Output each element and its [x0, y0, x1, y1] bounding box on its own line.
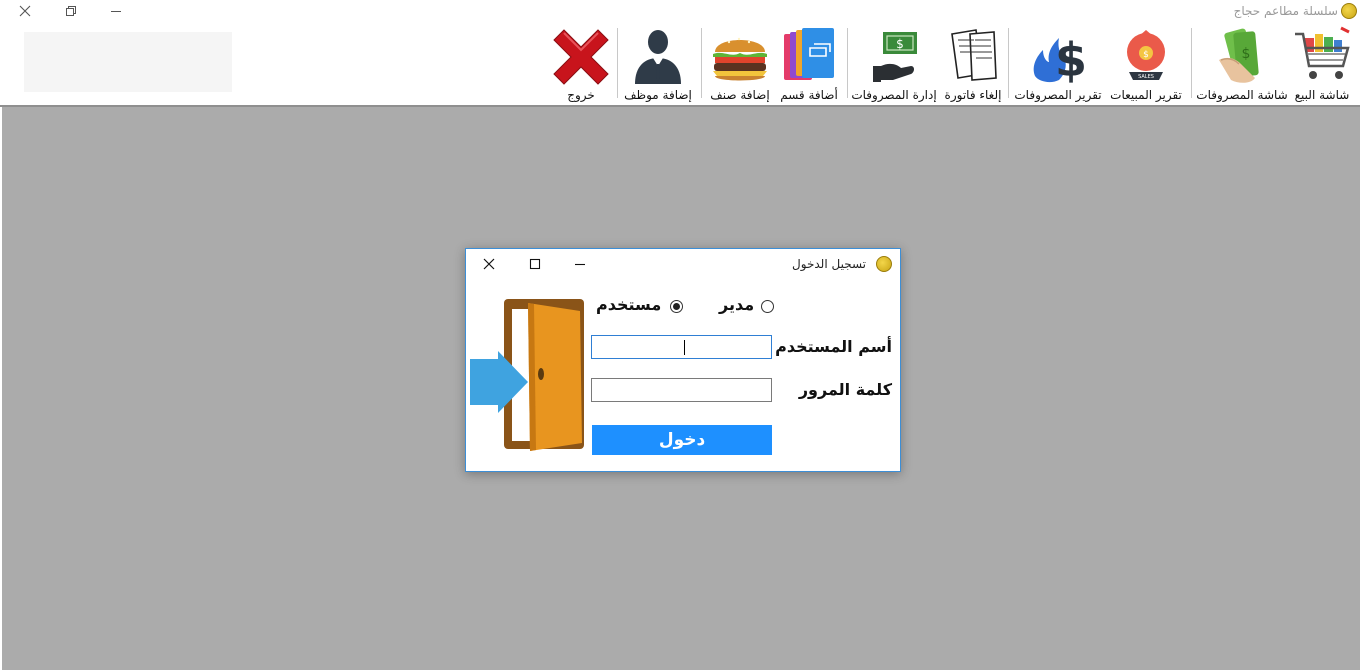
window-title: سلسلة مطاعم حجاج: [1233, 4, 1338, 18]
role-manager-label[interactable]: مدير: [719, 295, 754, 314]
close-window-button[interactable]: [10, 2, 40, 20]
toolbar-separator: [1191, 28, 1192, 98]
close-icon: [19, 5, 31, 17]
username-label: أسم المستخدم: [775, 337, 892, 356]
red-x-icon: [553, 29, 609, 85]
toolbar-label: خروج: [567, 88, 595, 102]
maximize-icon: [529, 258, 541, 270]
toolbar-label: تقرير المبيعات: [1110, 88, 1182, 102]
toolbar-label: إلغاء فاتورة: [944, 88, 1002, 102]
toolbar-expenses-screen-button[interactable]: $ شاشة المصروفات: [1196, 26, 1288, 103]
toolbar-add-employee-button[interactable]: إضافة موظف: [622, 26, 694, 103]
color-folders-icon: [784, 28, 834, 80]
employee-icon: [635, 30, 681, 84]
login-button[interactable]: دخول: [592, 425, 772, 455]
close-icon: [483, 258, 495, 270]
dialog-maximize-button[interactable]: [523, 255, 547, 273]
role-user-label[interactable]: مستخدم: [596, 295, 661, 314]
dollar-fire-icon: $: [1033, 33, 1087, 86]
dialog-title: تسجيل الدخول: [792, 257, 866, 271]
toolbar-manage-expenses-button[interactable]: $ إدارة المصروفات: [851, 26, 937, 103]
toolbar-separator: [1008, 28, 1009, 98]
toolbar-sales-screen-button[interactable]: شاشة البيع: [1290, 26, 1354, 103]
svg-text:$: $: [896, 37, 904, 51]
password-field[interactable]: [591, 378, 772, 402]
main-toolbar: شاشة البيع $ شاشة المصروفات $ SALES تقري…: [0, 24, 1360, 107]
toolbar-empty-panel: [24, 32, 232, 92]
minimize-window-button[interactable]: [101, 2, 131, 20]
toolbar-label: تقرير المصروفات: [1014, 88, 1102, 102]
username-field[interactable]: [591, 335, 772, 359]
toolbar-separator: [617, 28, 618, 98]
svg-text:SALES: SALES: [1138, 74, 1154, 80]
toolbar-label: شاشة المصروفات: [1196, 88, 1288, 102]
svg-text:$: $: [1143, 50, 1149, 60]
restore-window-button[interactable]: [56, 2, 86, 20]
toolbar-expenses-report-button[interactable]: $ تقرير المصروفات: [1014, 26, 1102, 103]
role-user-radio[interactable]: [670, 300, 683, 313]
sales-bag-icon: $ SALES: [1127, 30, 1165, 80]
toolbar-add-category-button[interactable]: أضافة قسم: [778, 26, 840, 103]
text-caret: [684, 340, 685, 355]
door-login-icon: [470, 299, 584, 451]
toolbar-cancel-invoice-button[interactable]: إلغاء فاتورة: [942, 26, 1004, 103]
toolbar-label: أضافة قسم: [780, 88, 838, 102]
toolbar-label: إضافة موظف: [624, 88, 692, 102]
toolbar-label: شاشة البيع: [1294, 88, 1350, 102]
toolbar-separator: [847, 28, 848, 98]
toolbar-label: إدارة المصروفات: [851, 88, 937, 102]
minimize-icon: [111, 11, 121, 12]
restore-icon: [66, 6, 76, 16]
dialog-minimize-button[interactable]: [568, 255, 592, 273]
toolbar-sales-report-button[interactable]: $ SALES تقرير المبيعات: [1108, 26, 1184, 103]
money-hand-icon: $: [873, 32, 917, 82]
toolbar-label: إضافة صنف: [710, 88, 770, 102]
invoice-papers-icon: [951, 29, 997, 81]
role-manager-radio[interactable]: [761, 300, 774, 313]
toolbar-add-item-button[interactable]: إضافة صنف: [708, 26, 772, 103]
shopping-cart-icon: [1295, 26, 1350, 79]
title-bar: سلسلة مطاعم حجاج: [0, 0, 1360, 24]
toolbar-exit-button[interactable]: خروج: [550, 26, 612, 103]
dialog-app-icon: [876, 256, 892, 272]
svg-text:$: $: [1242, 46, 1251, 62]
dialog-close-button[interactable]: [477, 255, 501, 273]
burger-icon: [713, 37, 767, 81]
svg-text:$: $: [1055, 33, 1087, 86]
login-dialog: تسجيل الدخول مدير مستخدم أسم المستخدم كل…: [465, 248, 901, 472]
app-icon: [1341, 3, 1357, 19]
cash-in-hand-icon: $: [1219, 28, 1259, 83]
minimize-icon: [575, 263, 585, 266]
toolbar-separator: [701, 28, 702, 98]
password-label: كلمة المرور: [798, 380, 892, 399]
